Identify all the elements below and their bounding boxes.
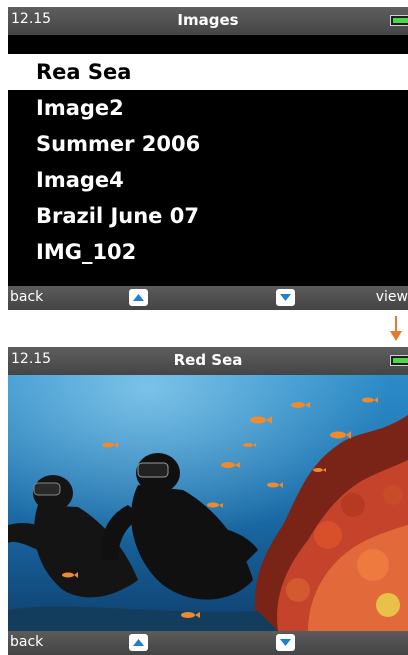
- list-item[interactable]: Image2: [8, 90, 408, 126]
- underwater-photo: [8, 375, 408, 631]
- triangle-up-icon: [133, 294, 144, 301]
- screen-title: Red Sea: [173, 351, 243, 369]
- triangle-down-icon: [280, 294, 291, 301]
- list-item[interactable]: Image4: [8, 162, 408, 198]
- triangle-up-icon: [133, 639, 144, 646]
- image-view-screen: 12.15 Red Sea back: [8, 347, 408, 655]
- list-item[interactable]: IMG_102: [8, 234, 408, 270]
- battery-icon: [390, 355, 408, 366]
- image-list: Rea Sea Image2 Summer 2006 Image4 Brazil…: [8, 54, 408, 270]
- battery-icon: [390, 15, 408, 26]
- scroll-down-button[interactable]: [276, 289, 295, 306]
- back-button[interactable]: back: [10, 289, 43, 305]
- scroll-up-button[interactable]: [129, 289, 148, 306]
- softkey-bar: back: [8, 631, 408, 655]
- images-list-screen: 12.15 Images Rea Sea Image2 Summer 2006 …: [8, 7, 408, 310]
- screen-title: Images: [177, 11, 239, 29]
- list-item[interactable]: Rea Sea: [8, 54, 408, 90]
- next-image-button[interactable]: [276, 634, 295, 651]
- list-item[interactable]: Summer 2006: [8, 126, 408, 162]
- list-item[interactable]: Brazil June 07: [8, 198, 408, 234]
- triangle-down-icon: [280, 639, 291, 646]
- back-button[interactable]: back: [10, 634, 43, 650]
- photo-view: [8, 375, 408, 631]
- softkey-bar: back view: [8, 286, 408, 310]
- arrow-down-icon: [390, 316, 402, 341]
- view-button[interactable]: view: [376, 289, 408, 305]
- status-bar: 12.15 Red Sea: [8, 347, 408, 375]
- status-bar: 12.15 Images: [8, 7, 408, 35]
- previous-image-button[interactable]: [129, 634, 148, 651]
